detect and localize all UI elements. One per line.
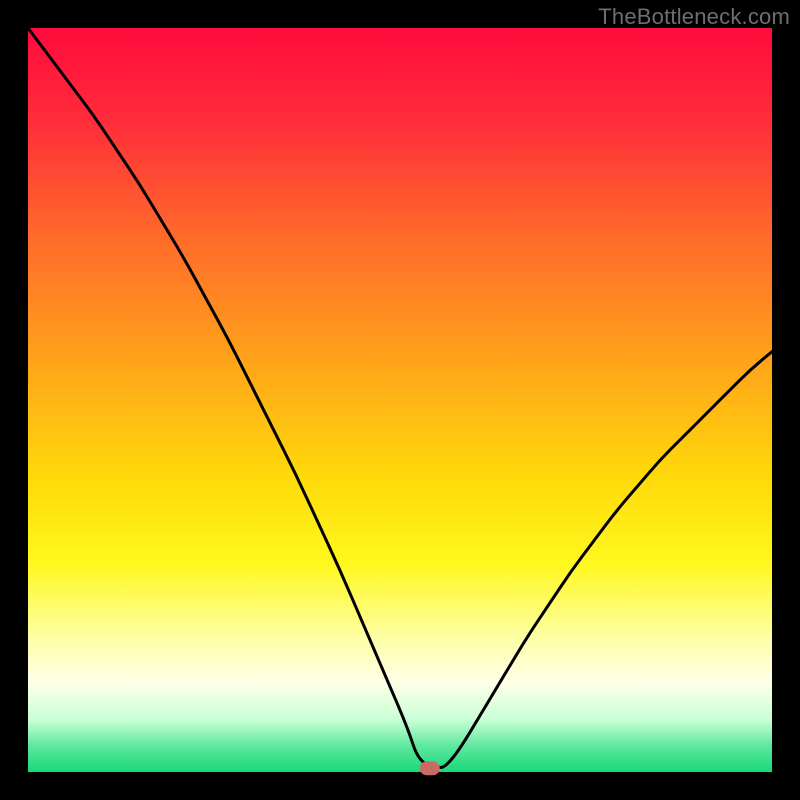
watermark-text: TheBottleneck.com (598, 4, 790, 30)
bottleneck-chart (0, 0, 800, 800)
chart-frame: TheBottleneck.com (0, 0, 800, 800)
plot-background (28, 28, 772, 772)
bottleneck-marker (420, 761, 440, 775)
